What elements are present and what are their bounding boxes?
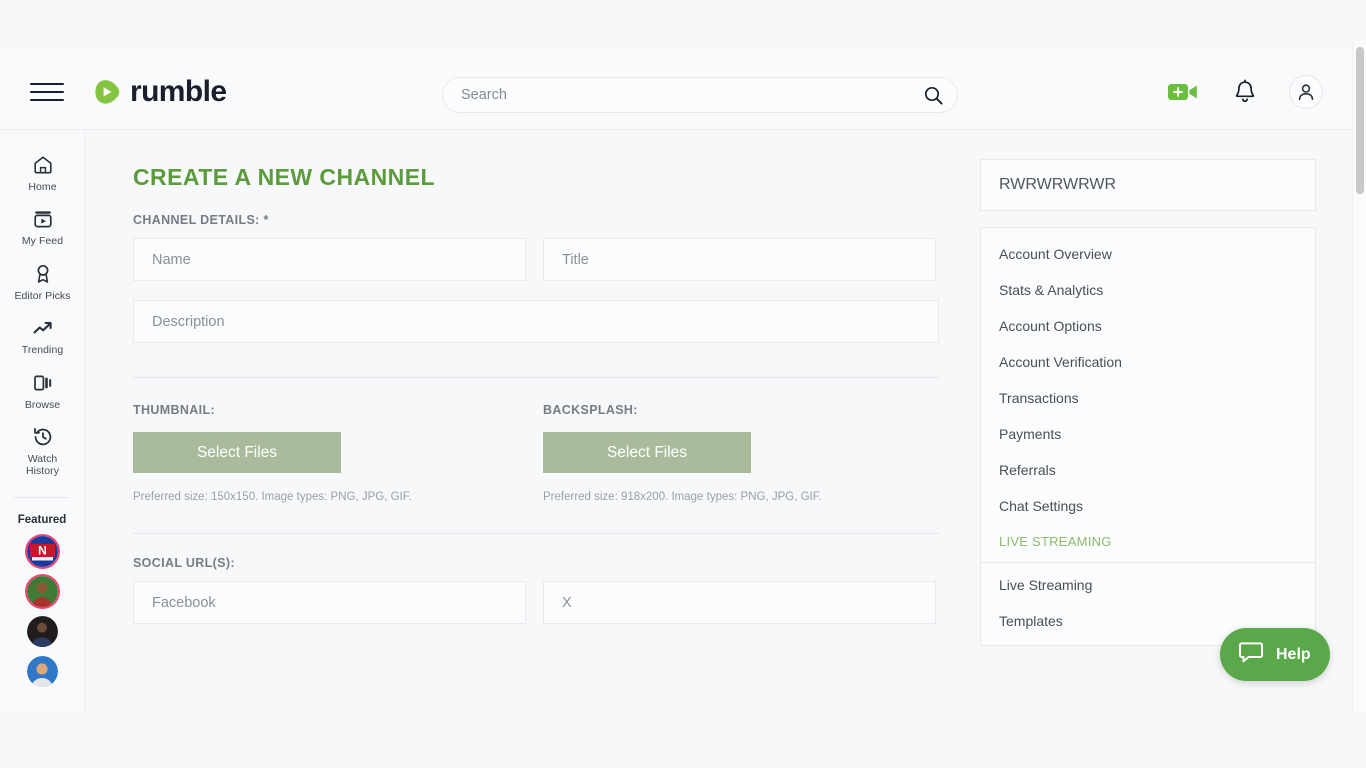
- sidebar-item-my-feed[interactable]: My Feed: [0, 199, 84, 253]
- rumble-logo[interactable]: rumble: [91, 75, 227, 108]
- channel-details-label: CHANNEL DETAILS: *: [133, 213, 269, 227]
- menu-item-referrals[interactable]: Referrals: [981, 452, 1315, 488]
- editor-picks-ribbon-icon: [32, 262, 54, 286]
- hamburger-menu-icon[interactable]: [30, 75, 64, 109]
- current-channel-name[interactable]: RWRWRWRWR: [980, 159, 1316, 211]
- browse-icon: [32, 371, 54, 395]
- sidebar-label-trending: Trending: [21, 344, 64, 357]
- social-urls-label: SOCIAL URL(S):: [133, 556, 235, 570]
- sidebar-item-trending[interactable]: Trending: [0, 308, 84, 362]
- help-widget-label: Help: [1276, 645, 1311, 663]
- channel-description-field[interactable]: [133, 300, 939, 343]
- thumbnail-select-files-button[interactable]: Select Files: [133, 432, 341, 473]
- svg-text:N: N: [38, 543, 47, 557]
- channel-name-input[interactable]: [152, 251, 507, 268]
- channel-title-field[interactable]: [543, 238, 936, 281]
- sidebar-label-browse: Browse: [24, 398, 61, 411]
- sidebar-label-my-feed: My Feed: [21, 235, 64, 248]
- help-widget-button[interactable]: Help: [1220, 628, 1330, 681]
- header-actions: [1167, 55, 1323, 129]
- menu-item-transactions[interactable]: Transactions: [981, 380, 1315, 416]
- featured-avatar-2[interactable]: [26, 575, 58, 607]
- search-icon[interactable]: [924, 86, 943, 105]
- thumbnail-group: THUMBNAIL: Select Files Preferred size: …: [133, 403, 526, 503]
- featured-avatar-4[interactable]: [26, 655, 58, 687]
- account-user-icon[interactable]: [1289, 75, 1323, 109]
- menu-item-account-options[interactable]: Account Options: [981, 308, 1315, 344]
- hamburger-bar-3: [30, 99, 64, 101]
- page-scrollbar-thumb[interactable]: [1356, 47, 1364, 194]
- sidebar-item-watch-history[interactable]: Watch History: [0, 417, 84, 484]
- menu-item-live-streaming[interactable]: Live Streaming: [981, 567, 1315, 603]
- page-scrollbar-track[interactable]: [1352, 42, 1366, 712]
- sidebar-featured-label: Featured: [17, 513, 67, 526]
- account-menu: Account Overview Stats & Analytics Accou…: [980, 227, 1316, 646]
- menu-item-account-overview[interactable]: Account Overview: [981, 236, 1315, 272]
- home-icon: [32, 153, 54, 177]
- x-url-field[interactable]: [543, 581, 936, 624]
- account-side-panel: RWRWRWRWR Account Overview Stats & Analy…: [980, 159, 1316, 646]
- backsplash-label: BACKSPLASH:: [543, 403, 638, 417]
- featured-avatar-1[interactable]: N: [26, 535, 58, 567]
- sidebar-label-home: Home: [28, 181, 57, 193]
- menu-item-stats-analytics[interactable]: Stats & Analytics: [981, 272, 1315, 308]
- menu-item-account-verification[interactable]: Account Verification: [981, 344, 1315, 380]
- notifications-bell-icon[interactable]: [1233, 79, 1257, 105]
- form-divider-2: [133, 533, 939, 534]
- sidebar-label-editor-picks: Editor Picks: [14, 289, 71, 302]
- channel-title-input[interactable]: [562, 251, 917, 268]
- menu-separator: [981, 562, 1315, 563]
- browser-viewport: rumble Search Home My Feed Editor Picks …: [0, 0, 1352, 712]
- name-title-row: [133, 238, 993, 281]
- thumbnail-label: THUMBNAIL:: [133, 403, 215, 417]
- trending-arrow-icon: [32, 316, 54, 340]
- facebook-url-field[interactable]: [133, 581, 526, 624]
- search-box[interactable]: [442, 77, 958, 113]
- rumble-play-icon: [91, 77, 121, 107]
- upload-video-icon[interactable]: [1167, 80, 1201, 104]
- image-upload-row: THUMBNAIL: Select Files Preferred size: …: [133, 403, 993, 503]
- sidebar-label-watch-history: Watch History: [25, 452, 60, 478]
- rumble-wordmark: rumble: [130, 75, 227, 108]
- backsplash-select-files-button[interactable]: Select Files: [543, 432, 751, 473]
- facebook-url-input[interactable]: [152, 594, 507, 611]
- app-root: rumble Search Home My Feed Editor Picks …: [0, 0, 1366, 768]
- sidebar-item-browse[interactable]: Browse: [0, 363, 84, 417]
- main-content: CREATE A NEW CHANNEL CHANNEL DETAILS: *: [86, 131, 1352, 712]
- chat-bubble-icon: [1239, 640, 1265, 669]
- featured-avatar-3[interactable]: [26, 615, 58, 647]
- search-input[interactable]: [461, 87, 924, 103]
- menu-item-payments[interactable]: Payments: [981, 416, 1315, 452]
- form-divider-1: [133, 377, 939, 378]
- watch-history-clock-icon: [32, 425, 54, 449]
- social-urls-row: [133, 581, 993, 624]
- x-url-input[interactable]: [562, 594, 917, 611]
- sidebar-item-editor-picks[interactable]: Editor Picks: [0, 254, 84, 308]
- sidebar-item-home[interactable]: Home: [0, 145, 84, 199]
- page-title: CREATE A NEW CHANNEL: [133, 164, 436, 190]
- sidebar-divider: [14, 496, 70, 498]
- hamburger-bar-2: [30, 91, 64, 93]
- backsplash-group: BACKSPLASH: Select Files Preferred size:…: [543, 403, 936, 503]
- thumbnail-hint: Preferred size: 150x150. Image types: PN…: [133, 491, 412, 503]
- site-header: rumble: [0, 55, 1352, 130]
- hamburger-bar-1: [30, 83, 64, 85]
- backsplash-hint: Preferred size: 918x200. Image types: PN…: [543, 491, 822, 503]
- left-sidebar: Home My Feed Editor Picks Trending Brows…: [0, 131, 85, 712]
- channel-name-field[interactable]: [133, 238, 526, 281]
- menu-group-live-streaming: LIVE STREAMING: [999, 534, 1112, 549]
- create-channel-form: CREATE A NEW CHANNEL CHANNEL DETAILS: *: [133, 131, 993, 624]
- sidebar-featured-avatars: N: [0, 535, 84, 687]
- channel-description-input[interactable]: [152, 313, 920, 330]
- my-feed-icon: [32, 207, 54, 231]
- menu-item-chat-settings[interactable]: Chat Settings: [981, 488, 1315, 524]
- search-bar[interactable]: [442, 77, 958, 113]
